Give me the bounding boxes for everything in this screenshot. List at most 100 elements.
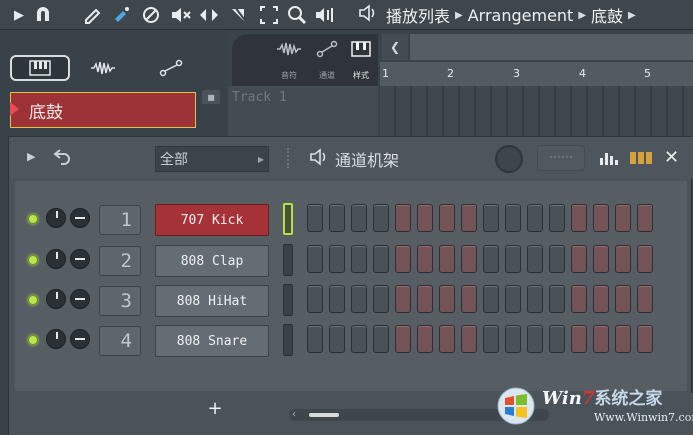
slip-icon[interactable] bbox=[198, 4, 220, 26]
step-button[interactable] bbox=[637, 204, 653, 232]
step-button[interactable] bbox=[395, 325, 411, 353]
step-button[interactable] bbox=[395, 245, 411, 273]
step-button[interactable] bbox=[307, 204, 323, 232]
step-button[interactable] bbox=[417, 285, 433, 313]
playlist-scrollbar[interactable] bbox=[410, 34, 693, 60]
pattern-item[interactable]: 底鼓 bbox=[10, 92, 196, 128]
pan-knob[interactable] bbox=[70, 289, 90, 309]
step-button[interactable] bbox=[571, 245, 587, 273]
step-button[interactable] bbox=[483, 325, 499, 353]
steps-icon[interactable] bbox=[629, 150, 653, 170]
close-icon[interactable]: ✕ bbox=[664, 147, 679, 168]
drag-handle[interactable] bbox=[287, 148, 289, 168]
step-button[interactable] bbox=[549, 245, 565, 273]
step-button[interactable] bbox=[483, 204, 499, 232]
step-button[interactable] bbox=[571, 285, 587, 313]
play-arrow-icon[interactable]: ▶ bbox=[8, 4, 30, 26]
playlist-grid[interactable] bbox=[380, 86, 693, 136]
volume-knob[interactable] bbox=[46, 249, 66, 269]
step-button[interactable] bbox=[439, 325, 455, 353]
breadcrumb-pattern[interactable]: 底鼓 bbox=[591, 3, 623, 27]
step-button[interactable] bbox=[615, 204, 631, 232]
channel-enable-led[interactable] bbox=[28, 255, 38, 265]
zoom-icon[interactable] bbox=[286, 4, 308, 26]
step-button[interactable] bbox=[373, 325, 389, 353]
pan-knob[interactable] bbox=[70, 208, 90, 228]
automation-mode-tab[interactable] bbox=[156, 55, 186, 81]
step-button[interactable] bbox=[615, 325, 631, 353]
step-button[interactable] bbox=[527, 325, 543, 353]
channel-select-indicator[interactable] bbox=[283, 203, 293, 235]
channel-select-indicator[interactable] bbox=[283, 284, 293, 316]
step-button[interactable] bbox=[483, 285, 499, 313]
step-button[interactable] bbox=[417, 245, 433, 273]
mixer-track-number[interactable]: 2 bbox=[99, 246, 141, 276]
step-button[interactable] bbox=[461, 204, 477, 232]
step-button[interactable] bbox=[615, 245, 631, 273]
mute-icon[interactable] bbox=[170, 4, 192, 26]
step-button[interactable] bbox=[615, 285, 631, 313]
step-button[interactable] bbox=[571, 204, 587, 232]
step-button[interactable] bbox=[549, 204, 565, 232]
step-button[interactable] bbox=[571, 325, 587, 353]
mixer-track-number[interactable]: 4 bbox=[99, 326, 141, 356]
step-button[interactable] bbox=[549, 285, 565, 313]
piano-icon[interactable] bbox=[346, 38, 376, 60]
pan-knob[interactable] bbox=[70, 249, 90, 269]
mixer-track-number[interactable]: 3 bbox=[99, 286, 141, 316]
speaker-icon[interactable] bbox=[358, 3, 378, 27]
step-button[interactable] bbox=[351, 245, 367, 273]
swing-knob[interactable] bbox=[495, 145, 523, 173]
channel-name-button[interactable]: 808 HiHat bbox=[155, 285, 269, 317]
step-button[interactable] bbox=[637, 325, 653, 353]
step-button[interactable] bbox=[351, 204, 367, 232]
step-button[interactable] bbox=[439, 245, 455, 273]
mixer-track-number[interactable]: 1 bbox=[99, 205, 141, 235]
channel-select-indicator[interactable] bbox=[283, 244, 293, 276]
delete-icon[interactable] bbox=[140, 4, 162, 26]
step-button[interactable] bbox=[637, 245, 653, 273]
step-button[interactable] bbox=[307, 245, 323, 273]
step-button[interactable] bbox=[593, 204, 609, 232]
slice-icon[interactable] bbox=[228, 4, 250, 26]
step-button[interactable] bbox=[307, 325, 323, 353]
channel-name-button[interactable]: 808 Snare bbox=[155, 325, 269, 357]
volume-knob[interactable] bbox=[46, 289, 66, 309]
channel-name-button[interactable]: 707 Kick bbox=[155, 204, 269, 236]
rack-scroll-thumb[interactable] bbox=[309, 413, 339, 417]
step-button[interactable] bbox=[351, 285, 367, 313]
timeline-ruler[interactable]: 1 2 3 4 5 bbox=[380, 62, 693, 86]
playback-icon[interactable] bbox=[314, 4, 336, 26]
step-button[interactable] bbox=[593, 285, 609, 313]
breadcrumb-arrangement[interactable]: Arrangement bbox=[468, 6, 574, 25]
step-button[interactable] bbox=[395, 285, 411, 313]
step-button[interactable] bbox=[373, 245, 389, 273]
step-button[interactable] bbox=[505, 325, 521, 353]
step-button[interactable] bbox=[329, 245, 345, 273]
step-button[interactable] bbox=[351, 325, 367, 353]
step-button[interactable] bbox=[395, 204, 411, 232]
step-button[interactable] bbox=[505, 204, 521, 232]
piano-roll-mode-tab[interactable] bbox=[10, 55, 70, 81]
step-button[interactable] bbox=[461, 285, 477, 313]
browser-scroll-button[interactable]: ■ bbox=[202, 90, 220, 104]
step-button[interactable] bbox=[505, 285, 521, 313]
channel-name-button[interactable]: 808 Clap bbox=[155, 245, 269, 277]
step-button[interactable] bbox=[527, 285, 543, 313]
step-button[interactable] bbox=[527, 245, 543, 273]
waveform-icon[interactable] bbox=[274, 38, 304, 60]
step-button[interactable] bbox=[329, 285, 345, 313]
paint-icon[interactable] bbox=[110, 4, 132, 26]
step-button[interactable] bbox=[461, 325, 477, 353]
step-button[interactable] bbox=[373, 285, 389, 313]
filter-select[interactable]: 全部 ▶ bbox=[155, 146, 269, 172]
step-button[interactable] bbox=[505, 245, 521, 273]
automation-icon[interactable] bbox=[312, 38, 342, 60]
volume-knob[interactable] bbox=[46, 208, 66, 228]
step-button[interactable] bbox=[417, 325, 433, 353]
channel-enable-led[interactable] bbox=[28, 214, 38, 224]
channel-rack-titlebar[interactable]: ▶ 全部 ▶ 通道机架 ✕ bbox=[9, 137, 693, 179]
volume-knob[interactable] bbox=[46, 329, 66, 349]
options-arrow-icon[interactable]: ▶ bbox=[27, 150, 35, 163]
step-button[interactable] bbox=[307, 285, 323, 313]
